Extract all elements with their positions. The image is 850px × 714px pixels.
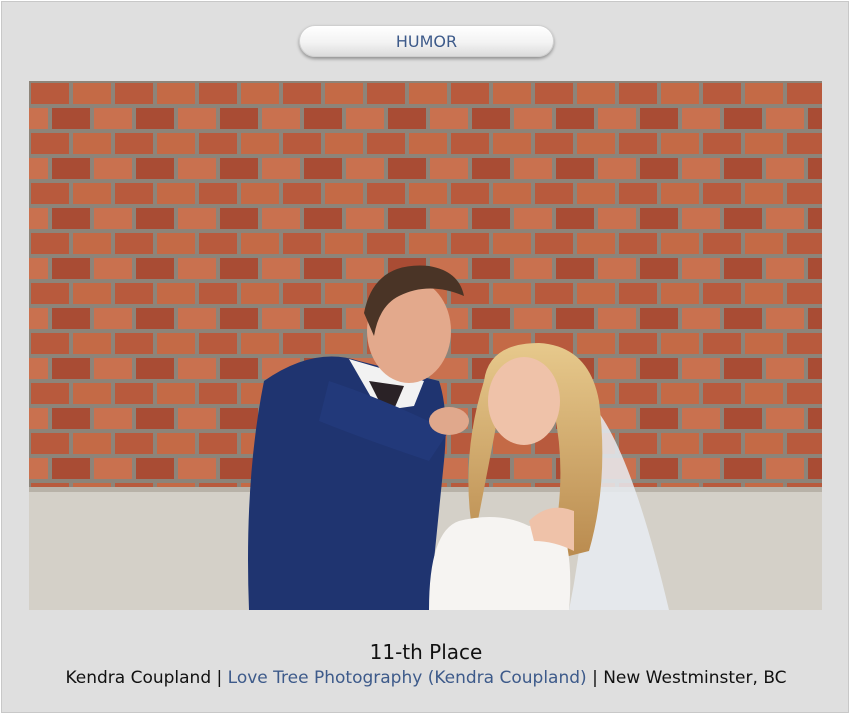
- entry-card: HUMOR 11-th Place Kendra Coupland | Love…: [1, 1, 849, 713]
- studio-link[interactable]: Love Tree Photography (Kendra Coupland): [228, 668, 587, 688]
- author-name: Kendra Coupland: [65, 668, 212, 688]
- photo-illustration: [29, 81, 822, 610]
- bride-face: [488, 357, 560, 445]
- separator: |: [216, 668, 223, 688]
- entry-photo[interactable]: [29, 81, 822, 610]
- place-label: 11-th Place: [369, 640, 483, 664]
- category-button[interactable]: HUMOR: [299, 25, 554, 57]
- separator: |: [592, 668, 598, 688]
- credits-line: Kendra Coupland | Love Tree Photography …: [2, 668, 850, 688]
- location-label: New Westminster, BC: [603, 668, 787, 688]
